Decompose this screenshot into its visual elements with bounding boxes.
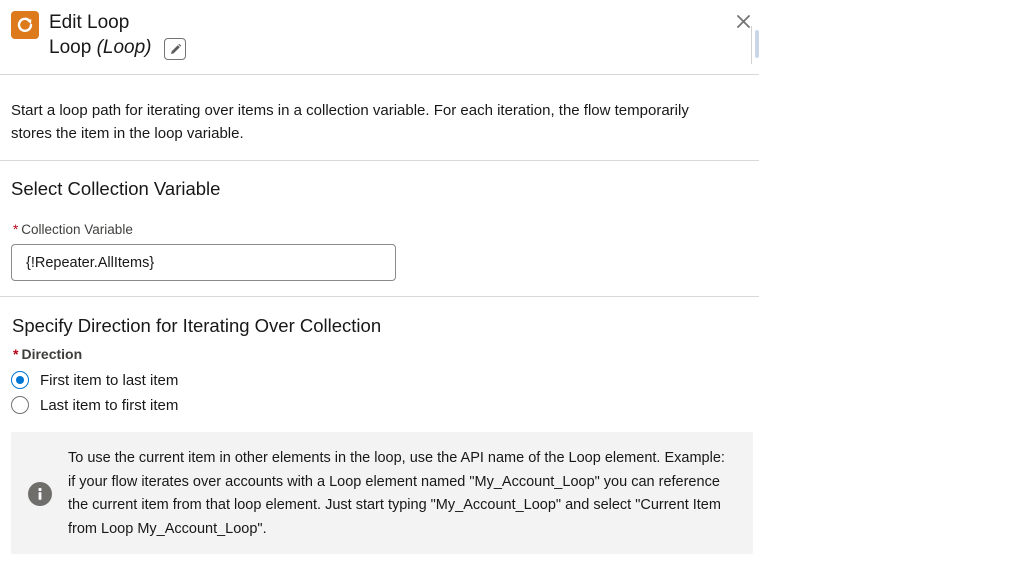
element-label: Loop (Loop) — [49, 37, 151, 59]
collection-section-title: Select Collection Variable — [11, 178, 221, 199]
scrollbar[interactable] — [751, 26, 760, 64]
divider — [0, 160, 759, 161]
info-icon — [28, 482, 52, 506]
panel-title: Edit Loop — [49, 12, 130, 33]
divider — [0, 296, 759, 297]
radio-label[interactable]: Last item to first item — [40, 397, 178, 414]
pencil-icon — [170, 43, 181, 54]
radio-label[interactable]: First item to last item — [40, 372, 178, 389]
edit-label-button[interactable] — [164, 38, 186, 60]
element-type: (Loop) — [96, 37, 152, 58]
required-marker: * — [13, 346, 19, 362]
direction-label-text: Direction — [21, 346, 83, 362]
radio-button[interactable] — [11, 396, 29, 414]
collection-variable-input[interactable] — [11, 244, 396, 281]
direction-section-title: Specify Direction for Iterating Over Col… — [12, 315, 382, 336]
radio-button-checked[interactable] — [11, 371, 29, 389]
collection-label-text: Collection Variable — [21, 222, 133, 237]
panel-header: Edit Loop Loop (Loop) — [0, 0, 759, 75]
loop-description: Start a loop path for iterating over ite… — [11, 102, 689, 142]
info-text: To use the current item in other element… — [68, 450, 725, 537]
scrollbar-thumb[interactable] — [755, 30, 759, 58]
collection-field-label: * Collection Variable — [13, 222, 133, 238]
loop-refresh-icon — [11, 11, 39, 39]
info-notice: To use the current item in other element… — [11, 432, 753, 554]
radio-first-to-last[interactable]: First item to last item — [11, 371, 178, 389]
required-marker: * — [13, 222, 19, 237]
edit-loop-panel: Edit Loop Loop (Loop) Start a loop path … — [0, 0, 760, 565]
close-button[interactable] — [734, 12, 752, 30]
direction-label: * Direction — [13, 346, 82, 362]
radio-last-to-first[interactable]: Last item to first item — [11, 396, 178, 414]
element-name: Loop — [49, 37, 92, 58]
close-icon — [736, 14, 750, 28]
